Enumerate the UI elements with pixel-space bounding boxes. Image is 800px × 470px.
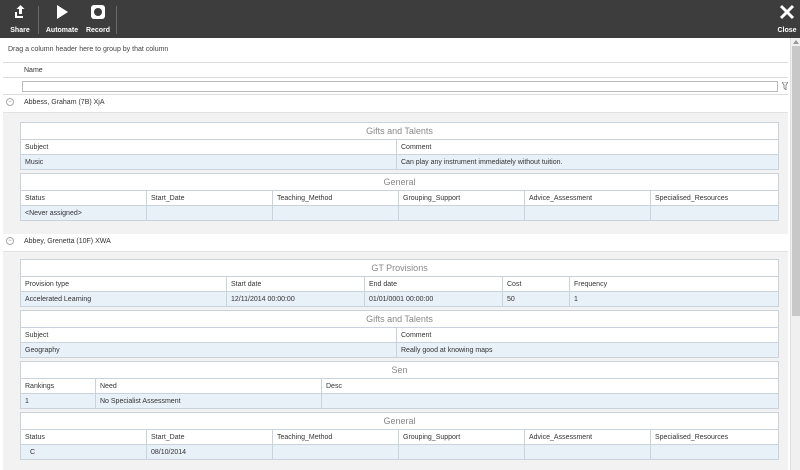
column-header[interactable]: Teaching_Method	[272, 190, 399, 206]
column-header[interactable]: Teaching_Method	[272, 429, 399, 445]
column-header[interactable]: Need	[95, 378, 322, 394]
column-header-name[interactable]: Name	[24, 67, 43, 74]
table-cell: Can play any instrument immediately with…	[396, 154, 779, 170]
column-header[interactable]: Subject	[20, 139, 397, 155]
column-header[interactable]: Start_Date	[146, 190, 273, 206]
table-cell: 1	[568, 291, 780, 307]
group-row-label: Abbess, Graham (7B) XjA	[24, 99, 105, 106]
table-cell	[272, 205, 399, 221]
group-row[interactable]: − Abbess, Graham (7B) XjA	[3, 95, 788, 111]
column-header[interactable]: Provision type	[20, 276, 227, 292]
column-header[interactable]: Cost	[502, 276, 570, 292]
column-header[interactable]: Frequency	[568, 276, 780, 292]
table-cell	[146, 205, 273, 221]
column-header[interactable]: Desc	[320, 378, 780, 394]
table-cell	[398, 444, 525, 460]
column-header[interactable]: Specialised_Resources	[649, 190, 780, 206]
automate-label: Automate	[45, 27, 79, 34]
share-button[interactable]: Share	[6, 0, 34, 38]
grid-area: Drag a column header here to group by th…	[0, 38, 790, 470]
table-cell	[524, 205, 651, 221]
share-icon	[15, 5, 25, 18]
table-row[interactable]: Music Can play any instrument immediatel…	[20, 154, 779, 170]
column-header-row: Name	[3, 62, 788, 78]
column-header[interactable]: Start date	[226, 276, 365, 292]
scrollbar-thumb[interactable]	[792, 46, 800, 316]
table-cell: 50	[502, 291, 570, 307]
collapse-icon[interactable]: −	[6, 98, 14, 106]
table-cell: 01/01/0001 00:00:00	[364, 291, 503, 307]
column-header[interactable]: Grouping_Support	[398, 429, 525, 445]
column-header[interactable]: Specialised_Resources	[649, 429, 780, 445]
table-row[interactable]: Accelerated Learning 12/11/2014 00:00:00…	[20, 291, 780, 307]
toolbar: Share Automate Record Close	[0, 0, 800, 38]
detail-panel: GT Provisions Provision type Start date …	[3, 251, 788, 470]
table-cell: <Never assigned>	[20, 205, 147, 221]
collapse-icon[interactable]: −	[6, 237, 14, 245]
share-label: Share	[10, 27, 30, 34]
table-cell: Music	[20, 154, 397, 170]
column-header[interactable]: Status	[20, 190, 147, 206]
table-cell	[320, 393, 780, 409]
table-row[interactable]: Geography Really good at knowing maps	[20, 342, 779, 358]
table-cell: No Specialist Assessment	[95, 393, 322, 409]
sen-table-title: Sen	[19, 361, 780, 379]
table-cell	[398, 205, 525, 221]
table-cell	[524, 444, 651, 460]
table-row[interactable]: C 08/10/2014	[20, 444, 780, 460]
filter-icon[interactable]	[782, 82, 788, 90]
gifts-table: Gifts and Talents Subject Comment Music …	[20, 122, 779, 170]
table-cell	[272, 444, 399, 460]
close-icon	[779, 4, 795, 20]
table-cell: Really good at knowing maps	[396, 342, 779, 358]
column-header[interactable]: Subject	[20, 327, 397, 343]
close-button[interactable]: Close	[774, 0, 800, 38]
play-icon	[57, 5, 68, 19]
general-table-title: General	[19, 173, 780, 191]
filter-row	[3, 78, 788, 95]
table-cell	[649, 205, 780, 221]
gifts-table: Gifts and Talents Subject Comment Geogra…	[20, 310, 779, 358]
general-table: General Status Start_Date Teaching_Metho…	[19, 173, 780, 221]
table-row[interactable]: 1 No Specialist Assessment	[20, 393, 780, 409]
column-header[interactable]: Start_Date	[146, 429, 273, 445]
table-cell: 08/10/2014	[146, 444, 273, 460]
gifts-table-title: Gifts and Talents	[20, 122, 779, 140]
gt-provisions-table-title: GT Provisions	[19, 259, 780, 277]
vertical-scrollbar[interactable]	[790, 38, 800, 470]
table-row[interactable]: <Never assigned>	[20, 205, 780, 221]
group-row[interactable]: − Abbey, Grenetta (10F) XWA	[3, 234, 788, 250]
column-header[interactable]: Comment	[396, 139, 779, 155]
toolbar-divider	[38, 6, 39, 34]
table-cell: Accelerated Learning	[20, 291, 227, 307]
table-cell: Geography	[20, 342, 397, 358]
column-header[interactable]: Rankings	[20, 378, 96, 394]
group-row-label: Abbey, Grenetta (10F) XWA	[24, 238, 111, 245]
group-by-panel[interactable]: Drag a column header here to group by th…	[8, 46, 168, 53]
general-table-title: General	[19, 412, 780, 430]
automate-button[interactable]: Automate	[45, 0, 79, 38]
gt-provisions-table: GT Provisions Provision type Start date …	[19, 259, 780, 307]
column-header[interactable]: Comment	[396, 327, 779, 343]
name-filter-input[interactable]	[22, 81, 778, 92]
table-cell: 12/11/2014 00:00:00	[226, 291, 365, 307]
column-header[interactable]: Advice_Assessment	[524, 429, 651, 445]
column-header[interactable]: Advice_Assessment	[524, 190, 651, 206]
table-cell: C	[20, 444, 147, 460]
scroll-up-icon[interactable]	[793, 40, 799, 44]
column-header[interactable]: Status	[20, 429, 147, 445]
gifts-table-title: Gifts and Talents	[20, 310, 779, 328]
record-icon	[91, 5, 105, 19]
close-label: Close	[777, 27, 797, 34]
table-cell: 1	[20, 393, 96, 409]
general-table: General Status Start_Date Teaching_Metho…	[19, 412, 780, 460]
toolbar-divider	[116, 6, 117, 34]
record-label: Record	[85, 27, 111, 34]
table-cell	[649, 444, 780, 460]
detail-panel: Gifts and Talents Subject Comment Music …	[3, 112, 788, 234]
record-button[interactable]: Record	[84, 0, 112, 38]
sen-table: Sen Rankings Need Desc 1 No Specialist A…	[19, 361, 780, 409]
column-header[interactable]: Grouping_Support	[398, 190, 525, 206]
column-header[interactable]: End date	[364, 276, 503, 292]
